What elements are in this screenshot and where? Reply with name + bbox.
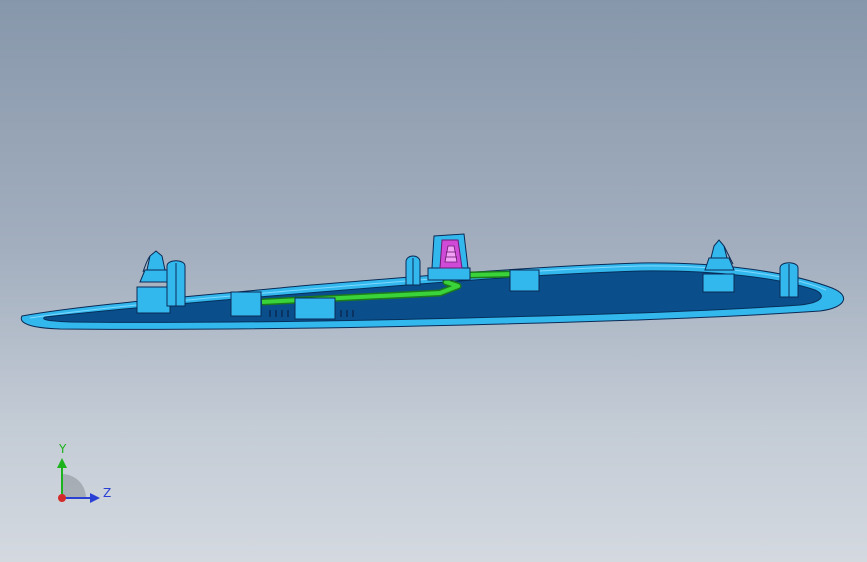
graphics-viewport[interactable]: Y Z [0, 0, 867, 562]
boss-3[interactable] [509, 269, 540, 292]
connector[interactable] [427, 233, 471, 281]
orientation-triad: Y Z [40, 438, 120, 510]
boss-2[interactable] [294, 297, 336, 320]
model-3d-view[interactable] [0, 0, 867, 562]
post-right[interactable] [779, 262, 799, 298]
clip-right[interactable] [702, 239, 735, 293]
boss-1[interactable] [230, 291, 262, 317]
post-middle[interactable] [405, 255, 421, 286]
axis-y-label: Y [59, 442, 67, 456]
post-left[interactable] [166, 260, 186, 307]
axis-z-label: Z [103, 486, 112, 500]
